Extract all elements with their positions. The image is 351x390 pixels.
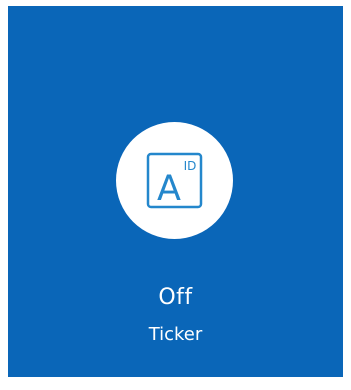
ticker-state: Off [158, 285, 193, 310]
ticker-name: Ticker [148, 324, 203, 345]
ticker-id-icon: A ID [146, 152, 203, 209]
icon-letter: A [157, 169, 181, 209]
ticker-tile[interactable]: A ID Off Ticker [8, 6, 343, 377]
ticker-icon-badge: A ID [116, 122, 233, 239]
icon-superscript: ID [184, 159, 197, 173]
